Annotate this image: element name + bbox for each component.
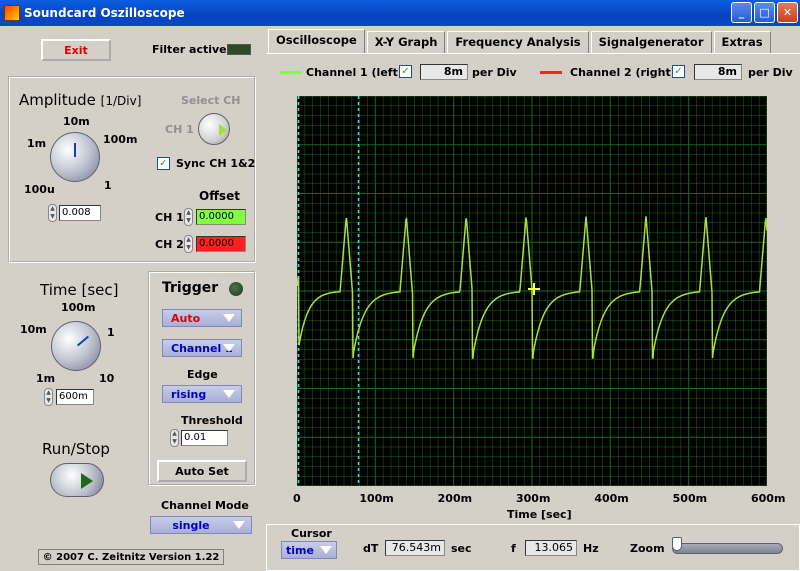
filter-label: Filter active — [152, 43, 227, 56]
maximize-button[interactable]: □ — [754, 2, 775, 23]
time-label-1m: 1m — [36, 372, 56, 385]
tab-bar: Oscilloscope X-Y Graph Frequency Analysi… — [268, 29, 773, 53]
f-unit: Hz — [583, 542, 599, 555]
app-icon — [4, 5, 20, 21]
amplitude-spinner[interactable]: ▲ ▼ — [48, 204, 57, 222]
f-label: f — [511, 542, 516, 555]
cursor-label: Cursor — [291, 527, 332, 540]
auto-set-button[interactable]: Auto Set — [157, 460, 247, 482]
ch2-unit: per Div — [748, 66, 793, 79]
cursor-crosshair — [528, 283, 540, 295]
tab-frequency-analysis[interactable]: Frequency Analysis — [447, 31, 589, 53]
threshold-value[interactable]: 0.01 — [181, 430, 228, 446]
sync-checkbox[interactable]: ✓ — [157, 157, 170, 170]
title-bar: Soundcard Oszilloscope _ □ ✕ — [0, 0, 800, 26]
time-label-100m: 100m — [61, 301, 96, 314]
ch1-div-value[interactable]: 8m — [420, 64, 468, 80]
exit-button[interactable]: Exit — [41, 39, 111, 61]
select-ch-title: Select CH — [181, 94, 241, 107]
time-value[interactable]: 600m — [56, 389, 94, 405]
f-value: 13.065 — [525, 540, 577, 556]
zoom-label: Zoom — [630, 542, 665, 555]
dt-value: 76.543m — [385, 540, 445, 556]
time-label-1: 1 — [107, 326, 115, 339]
x-axis-label: Time [sec] — [507, 508, 572, 521]
zoom-slider-track[interactable] — [672, 543, 783, 554]
dt-unit: sec — [451, 542, 472, 555]
offset-ch1-spinner[interactable]: ▲ ▼ — [184, 208, 193, 226]
time-spinner[interactable]: ▲ ▼ — [44, 388, 53, 406]
select-ch-label: CH 1 — [165, 123, 194, 136]
amplitude-title: Amplitude [1/Div] — [19, 91, 142, 109]
close-button[interactable]: ✕ — [777, 2, 798, 23]
copyright-label: © 2007 C. Zeitnitz Version 1.22 — [38, 549, 224, 565]
trigger-mode-dropdown[interactable]: Auto — [162, 309, 242, 327]
x-tick-label: 0 — [293, 492, 301, 505]
offset-ch2-value[interactable]: 0.0000 — [196, 236, 246, 252]
ch1-checkbox[interactable]: ✓ — [399, 65, 412, 78]
x-tick-label: 400m — [594, 492, 629, 505]
x-tick-label: 600m — [751, 492, 786, 505]
window-title: Soundcard Oszilloscope — [24, 6, 185, 20]
ch2-legend-line — [540, 71, 562, 74]
channel-mode-dropdown[interactable]: single — [150, 516, 252, 534]
offset-ch2-label: CH 2 — [155, 238, 184, 251]
cursor-mode-dropdown[interactable]: time — [281, 541, 337, 559]
amp-label-10m: 10m — [63, 115, 90, 128]
trigger-led — [229, 282, 243, 296]
trigger-title: Trigger — [162, 280, 219, 296]
scope-svg — [296, 95, 768, 487]
ch2-label: Channel 2 (right) — [570, 66, 676, 79]
filter-led[interactable] — [227, 44, 251, 55]
ch1-legend-line — [280, 71, 302, 74]
dt-label: dT — [363, 542, 379, 555]
trigger-channel-dropdown[interactable]: Channel 1 — [162, 339, 242, 357]
threshold-label: Threshold — [181, 414, 243, 427]
offset-title: Offset — [199, 189, 240, 203]
ch1-unit: per Div — [472, 66, 517, 79]
tab-xy-graph[interactable]: X-Y Graph — [366, 31, 446, 53]
time-knob[interactable] — [51, 321, 101, 371]
ch1-label: Channel 1 (left) — [306, 66, 403, 79]
tab-extras[interactable]: Extras — [713, 31, 771, 53]
time-label-10m: 10m — [20, 323, 47, 336]
x-tick-label: 200m — [437, 492, 473, 505]
amplitude-knob[interactable] — [50, 132, 100, 182]
run-stop-button[interactable] — [50, 463, 104, 497]
select-ch-toggle[interactable] — [198, 113, 230, 145]
offset-ch2-spinner[interactable]: ▲ ▼ — [184, 235, 193, 253]
amp-label-1m: 1m — [27, 137, 47, 150]
time-title: Time [sec] — [40, 281, 119, 299]
zoom-slider-thumb[interactable] — [672, 537, 682, 551]
x-tick-label: 300m — [516, 492, 551, 505]
scope-plot[interactable] — [296, 95, 768, 487]
channel-mode-label: Channel Mode — [161, 499, 249, 512]
amp-label-100m: 100m — [103, 133, 138, 146]
edge-dropdown[interactable]: rising — [162, 385, 242, 403]
x-tick-label: 500m — [672, 492, 708, 505]
ch2-checkbox[interactable]: ✓ — [672, 65, 685, 78]
minimize-button[interactable]: _ — [731, 2, 752, 23]
edge-label: Edge — [187, 368, 218, 381]
amp-label-100u: 100u — [24, 183, 55, 196]
amplitude-value[interactable]: 0.008 — [59, 205, 101, 221]
x-tick-label: 100m — [359, 492, 394, 505]
offset-ch1-value[interactable]: 0.0000 — [196, 209, 246, 225]
ch2-div-value[interactable]: 8m — [694, 64, 742, 80]
offset-ch1-label: CH 1 — [155, 211, 184, 224]
sync-label: Sync CH 1&2 — [176, 157, 256, 170]
amp-label-1: 1 — [104, 179, 112, 192]
time-label-10: 10 — [99, 372, 115, 385]
tab-signalgenerator[interactable]: Signalgenerator — [590, 31, 712, 53]
tab-oscilloscope[interactable]: Oscilloscope — [268, 29, 365, 53]
run-stop-label: Run/Stop — [42, 440, 110, 458]
threshold-spinner[interactable]: ▲ ▼ — [170, 429, 179, 447]
